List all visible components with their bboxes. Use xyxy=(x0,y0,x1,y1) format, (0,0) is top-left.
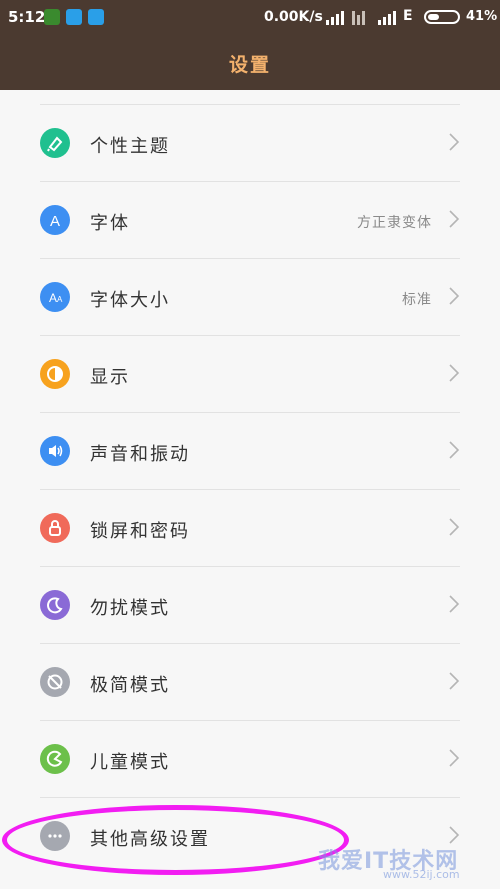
signal-strength-icon xyxy=(378,10,396,25)
lock-icon xyxy=(40,513,70,543)
settings-item-9[interactable]: 儿童模式 xyxy=(0,721,500,798)
child-mode-icon xyxy=(40,744,70,774)
network-speed: 0.00K/s xyxy=(264,9,323,25)
svg-text:A: A xyxy=(57,295,63,304)
theme-brush-icon xyxy=(40,128,70,158)
settings-item-value: 标准 xyxy=(402,292,432,308)
settings-item-label: 声音和振动 xyxy=(90,444,190,465)
battery-percent: 41% xyxy=(466,9,498,24)
settings-item-label: 字体 xyxy=(90,213,130,234)
svg-text:A: A xyxy=(50,213,60,230)
settings-item-label: 极简模式 xyxy=(90,675,170,696)
settings-item-1[interactable]: 个性主题 xyxy=(0,105,500,182)
title-bar: 设置 xyxy=(0,34,500,90)
speaker-icon xyxy=(40,436,70,466)
notification-drop-icon xyxy=(66,9,82,25)
chevron-right-icon xyxy=(448,132,460,152)
watermark-url: www.52ij.com xyxy=(383,868,460,881)
chevron-right-icon xyxy=(448,671,460,691)
settings-item-6[interactable]: 锁屏和密码 xyxy=(0,490,500,567)
settings-item-2[interactable]: A 字体 方正隶变体 xyxy=(0,182,500,259)
settings-item-3[interactable]: A A 字体大小 标准 xyxy=(0,259,500,336)
signal-strength-icon xyxy=(326,10,344,25)
chevron-right-icon xyxy=(448,825,460,845)
moon-icon xyxy=(40,590,70,620)
chevron-right-icon xyxy=(448,440,460,460)
settings-item-label: 勿扰模式 xyxy=(90,598,170,619)
display-brightness-icon xyxy=(40,359,70,389)
settings-item-label: 字体大小 xyxy=(90,290,170,311)
page-title: 设置 xyxy=(228,54,271,76)
settings-item-label: 锁屏和密码 xyxy=(90,521,190,542)
settings-item-7[interactable]: 勿扰模式 xyxy=(0,567,500,644)
battery-icon xyxy=(424,10,460,24)
settings-list: 个性主题 A 字体 方正隶变体 A A 字体大小 标准 显示 声音和振动 锁屏和密码 勿扰模式 极简模式… xyxy=(0,90,500,889)
data-transfer-icon xyxy=(352,10,365,25)
svg-text:A: A xyxy=(49,291,57,305)
chevron-right-icon xyxy=(448,517,460,537)
chevron-right-icon xyxy=(448,286,460,306)
font-a-icon: A xyxy=(40,205,70,235)
settings-item-label: 儿童模式 xyxy=(90,752,170,773)
status-time: 5:12 xyxy=(8,8,46,26)
font-size-icon: AA xyxy=(40,282,70,312)
settings-item-5[interactable]: 声音和振动 xyxy=(0,413,500,490)
settings-item-label: 个性主题 xyxy=(90,136,170,157)
status-bar: 5:12 0.00K/s E 41% xyxy=(0,0,500,34)
chevron-right-icon xyxy=(448,209,460,229)
notification-drop-icon xyxy=(88,9,104,25)
chevron-right-icon xyxy=(448,363,460,383)
battery-level xyxy=(428,14,439,20)
settings-item-8[interactable]: 极简模式 xyxy=(0,644,500,721)
notification-app-icon xyxy=(44,9,60,25)
settings-item-4[interactable]: 显示 xyxy=(0,336,500,413)
settings-item-value: 方正隶变体 xyxy=(357,215,432,231)
minimal-mode-icon xyxy=(40,667,70,697)
annotation-circle xyxy=(2,805,349,875)
chevron-right-icon xyxy=(448,594,460,614)
network-type: E xyxy=(403,8,413,24)
chevron-right-icon xyxy=(448,748,460,768)
settings-item-label: 显示 xyxy=(90,367,130,388)
